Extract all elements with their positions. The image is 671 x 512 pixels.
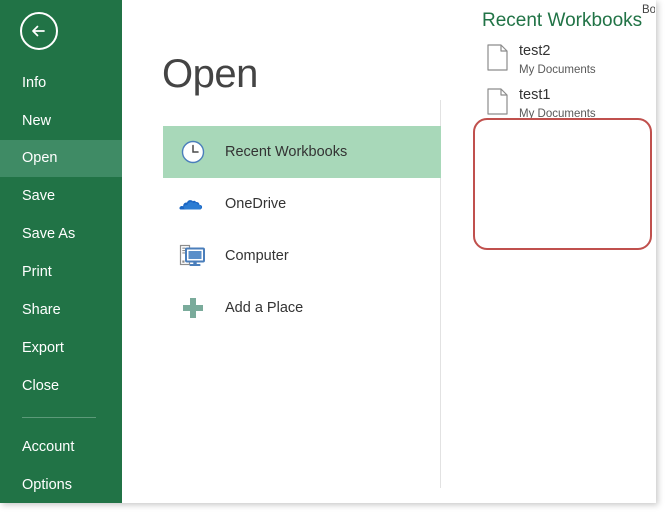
back-arrow-icon[interactable]	[20, 12, 58, 50]
sidebar-item-open[interactable]: Open	[0, 140, 122, 177]
sidebar-item-print[interactable]: Print	[0, 254, 122, 291]
place-item-label: Recent Workbooks	[225, 144, 348, 160]
places-list: Recent Workbooks OneDrive Computer Add a…	[163, 126, 441, 334]
sidebar-item-share[interactable]: Share	[0, 292, 122, 329]
page-title: Open	[162, 52, 258, 96]
place-item-label: Computer	[225, 248, 289, 264]
sidebar-item-label: Info	[22, 75, 47, 91]
recent-file-name: test1	[519, 87, 551, 103]
recent-file-item[interactable]: test2 My Documents	[473, 38, 656, 82]
backstage-sidebar: Info New Open Save Save As Print Share E…	[0, 0, 122, 503]
sidebar-item-close[interactable]: Close	[0, 368, 122, 405]
place-item-onedrive[interactable]: OneDrive	[163, 178, 441, 230]
place-item-label: Add a Place	[225, 300, 304, 316]
cloud-icon	[171, 193, 215, 215]
recent-workbooks-heading: Recent Workbooks	[482, 10, 643, 31]
recent-file-path: My Documents	[519, 108, 596, 120]
backstage-main-pane: Book1 Open Recent Workbooks	[122, 0, 656, 503]
excel-backstage-window: Info New Open Save Save As Print Share E…	[0, 0, 656, 503]
recent-file-item[interactable]: test1 My Documents	[473, 82, 656, 126]
sidebar-item-save-as[interactable]: Save As	[0, 216, 122, 253]
recent-workbooks-panel: Recent Workbooks test2 My Documents test…	[473, 10, 656, 126]
place-item-label: OneDrive	[225, 196, 287, 212]
sidebar-item-label: Save As	[22, 226, 76, 242]
place-item-computer[interactable]: Computer	[163, 230, 441, 282]
sidebar-item-label: Open	[22, 150, 58, 166]
recent-file-path: My Documents	[519, 64, 596, 76]
sidebar-item-label: Print	[22, 264, 52, 280]
sidebar-item-label: Export	[22, 340, 64, 356]
clock-icon	[171, 139, 215, 165]
sidebar-item-account[interactable]: Account	[0, 429, 122, 466]
computer-icon	[171, 243, 215, 269]
sidebar-item-label: Save	[22, 188, 56, 204]
recent-file-name: test2	[519, 43, 551, 59]
place-item-recent-workbooks[interactable]: Recent Workbooks	[163, 126, 441, 178]
sidebar-item-export[interactable]: Export	[0, 330, 122, 367]
sidebar-item-label: New	[22, 113, 52, 129]
sidebar-item-label: Share	[22, 302, 61, 318]
sidebar-divider	[22, 417, 96, 418]
document-icon	[487, 42, 513, 76]
sidebar-item-options[interactable]: Options	[0, 467, 122, 503]
place-item-add-a-place[interactable]: Add a Place	[163, 282, 441, 334]
sidebar-item-label: Close	[22, 378, 60, 394]
sidebar-item-label: Options	[22, 477, 72, 493]
sidebar-item-new[interactable]: New	[0, 103, 122, 140]
sidebar-item-info[interactable]: Info	[0, 65, 122, 102]
plus-icon	[171, 296, 215, 320]
sidebar-item-save[interactable]: Save	[0, 178, 122, 215]
document-icon	[487, 86, 513, 120]
sidebar-item-label: Account	[22, 439, 75, 455]
